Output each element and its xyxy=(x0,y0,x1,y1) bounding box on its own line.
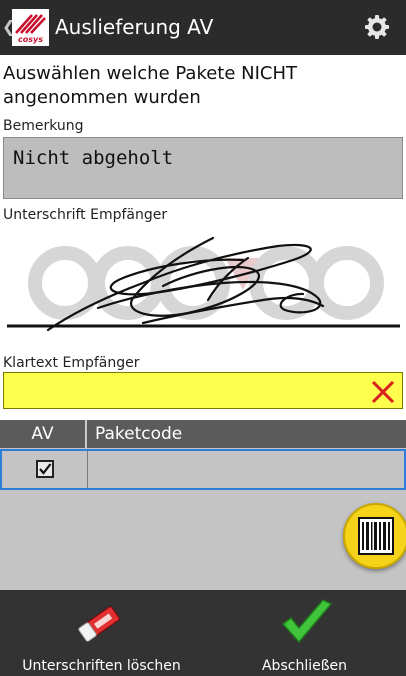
column-header-paketcode[interactable]: Paketcode xyxy=(87,420,406,448)
svg-text:cosys: cosys xyxy=(18,35,43,44)
app-logo[interactable]: cosys xyxy=(12,9,49,46)
finish-button[interactable]: Abschließen xyxy=(203,590,406,676)
table-row[interactable] xyxy=(0,449,406,490)
close-x-icon[interactable] xyxy=(370,379,396,405)
cell-divider xyxy=(87,451,88,488)
finish-label: Abschließen xyxy=(261,658,348,674)
signature-pad[interactable] xyxy=(3,228,403,338)
scan-barcode-button[interactable] xyxy=(343,503,406,569)
clear-signatures-button[interactable]: Unterschriften löschen xyxy=(0,590,203,676)
instruction-text: Auswählen welche Pakete NICHT angenommen… xyxy=(3,63,298,108)
clear-signatures-label: Unterschriften löschen xyxy=(22,658,181,674)
remark-label: Bemerkung xyxy=(3,118,84,134)
signature-label: Unterschrift Empfänger xyxy=(3,207,168,223)
klartext-label: Klartext Empfänger xyxy=(3,355,140,371)
av-checkbox[interactable] xyxy=(36,460,54,478)
remark-field[interactable]: Nicht abgeholt xyxy=(3,137,403,199)
action-bar: ❮ cosys Auslieferung AV xyxy=(0,0,406,55)
gear-icon[interactable] xyxy=(363,13,391,41)
column-header-av[interactable]: AV xyxy=(0,420,86,448)
eraser-icon xyxy=(73,598,125,650)
remark-value: Nicht abgeholt xyxy=(13,147,174,169)
klartext-input[interactable] xyxy=(3,372,403,409)
app-title: Auslieferung AV xyxy=(55,15,214,39)
checkmark-icon xyxy=(279,598,335,648)
